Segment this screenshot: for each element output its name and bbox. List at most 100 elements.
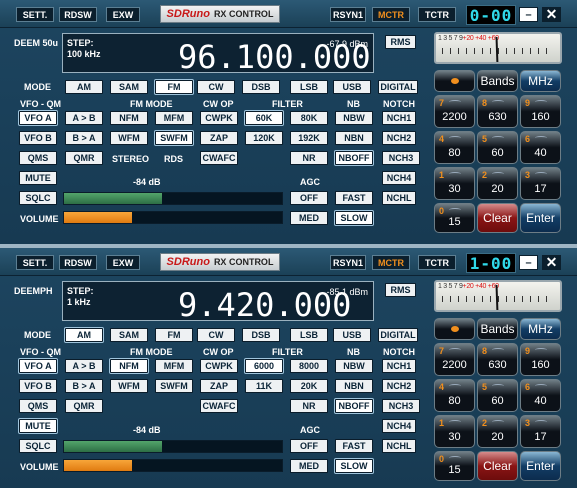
keypad-key-8[interactable]: 8 630 — [477, 95, 518, 128]
exw-button[interactable]: EXW — [106, 255, 140, 270]
keypad-key-9[interactable]: 9 160 — [520, 343, 561, 376]
sqlc-button[interactable]: SQLC — [19, 191, 57, 205]
rsyn1-button[interactable]: RSYN1 — [330, 7, 366, 22]
row2-button-4[interactable]: ZAP — [200, 379, 238, 393]
agc-slow-button[interactable]: SLOW — [335, 459, 373, 473]
agc-med-button[interactable]: MED — [290, 459, 328, 473]
row2-button-3[interactable]: SWFM — [155, 131, 193, 145]
row3-button-4[interactable]: NBOFF — [335, 399, 373, 413]
row1-button-6[interactable]: 80K — [290, 111, 328, 125]
row1-button-8[interactable]: NCH1 — [382, 111, 416, 125]
row3-button-2[interactable]: CWAFC — [200, 399, 238, 413]
row2-button-2[interactable]: WFM — [110, 379, 148, 393]
mode-button-fm[interactable]: FM — [155, 80, 193, 94]
keypad-key-3[interactable]: 3 17 — [520, 167, 561, 200]
mode-button-sam[interactable]: SAM — [110, 80, 148, 94]
mhz-key[interactable]: MHz — [520, 318, 561, 340]
row1-button-6[interactable]: 8000 — [290, 359, 328, 373]
row1-button-0[interactable]: VFO A — [19, 111, 57, 125]
mute-button[interactable]: MUTE — [19, 171, 57, 185]
mhz-key[interactable]: MHz — [520, 70, 561, 92]
keypad-key-0[interactable]: 0 15 — [434, 451, 475, 481]
squelch-slider[interactable] — [63, 440, 283, 453]
row3-button-1[interactable]: QMR — [65, 151, 103, 165]
keypad-key-2[interactable]: 2 20 — [477, 167, 518, 200]
row2-button-8[interactable]: NCH2 — [382, 131, 416, 145]
row2-button-8[interactable]: NCH2 — [382, 379, 416, 393]
mode-button-cw[interactable]: CW — [197, 80, 235, 94]
row1-button-3[interactable]: MFM — [155, 359, 193, 373]
row1-button-7[interactable]: NBW — [335, 359, 373, 373]
row1-button-7[interactable]: NBW — [335, 111, 373, 125]
row1-button-4[interactable]: CWPK — [200, 359, 238, 373]
row2-button-5[interactable]: 120K — [245, 131, 283, 145]
row3-button-5[interactable]: NCH3 — [382, 151, 420, 165]
mode-button-usb[interactable]: USB — [333, 328, 371, 342]
rms-button[interactable]: RMS — [385, 283, 416, 297]
mode-button-am[interactable]: AM — [65, 80, 103, 94]
volume-slider[interactable] — [63, 459, 283, 472]
nchl-button[interactable]: NCHL — [382, 191, 416, 205]
agc-slow-button[interactable]: SLOW — [335, 211, 373, 225]
agc-fast-button[interactable]: FAST — [335, 191, 373, 205]
row3-button-1[interactable]: QMR — [65, 399, 103, 413]
row2-button-6[interactable]: 20K — [290, 379, 328, 393]
row1-button-8[interactable]: NCH1 — [382, 359, 416, 373]
keypad-key-1[interactable]: 1 30 — [434, 415, 475, 448]
enter-key[interactable]: Enter — [520, 451, 561, 481]
row2-button-1[interactable]: B > A — [65, 131, 103, 145]
row3-button-3[interactable]: NR — [290, 399, 328, 413]
row1-button-3[interactable]: MFM — [155, 111, 193, 125]
mute-button[interactable]: MUTE — [19, 419, 57, 433]
clear-key[interactable]: Clear — [477, 203, 518, 233]
row1-button-5[interactable]: 60K — [245, 111, 283, 125]
mctr-button[interactable]: MCTR — [372, 255, 410, 270]
nch4-button[interactable]: NCH4 — [382, 171, 416, 185]
frequency-display[interactable]: STEP: 1 kHz 9.420.000 -85.1 dBm — [62, 281, 374, 324]
rms-button[interactable]: RMS — [385, 35, 416, 49]
mode-button-dsb[interactable]: DSB — [242, 328, 280, 342]
mctr-button[interactable]: MCTR — [372, 7, 410, 22]
sett-button[interactable]: SETT. — [16, 7, 54, 22]
mode-button-sam[interactable]: SAM — [110, 328, 148, 342]
rdsw-button[interactable]: RDSW — [59, 255, 97, 270]
agc-med-button[interactable]: MED — [290, 211, 328, 225]
row2-button-0[interactable]: VFO B — [19, 379, 57, 393]
keypad-key-7[interactable]: 7 2200 — [434, 343, 475, 376]
agc-off-button[interactable]: OFF — [290, 439, 328, 453]
volume-slider[interactable] — [63, 211, 283, 224]
row1-button-2[interactable]: NFM — [110, 111, 148, 125]
row2-button-7[interactable]: NBN — [335, 379, 373, 393]
clear-key[interactable]: Clear — [477, 451, 518, 481]
mode-button-usb[interactable]: USB — [333, 80, 371, 94]
keypad-key-6[interactable]: 6 40 — [520, 131, 561, 164]
agc-fast-button[interactable]: FAST — [335, 439, 373, 453]
mode-button-cw[interactable]: CW — [197, 328, 235, 342]
row1-button-2[interactable]: NFM — [110, 359, 148, 373]
frequency-display[interactable]: STEP: 100 kHz 96.100.000 -67.9 dBm — [62, 33, 374, 76]
keypad-key-8[interactable]: 8 630 — [477, 343, 518, 376]
row2-button-7[interactable]: NBN — [335, 131, 373, 145]
enter-key[interactable]: Enter — [520, 203, 561, 233]
keypad-key-6[interactable]: 6 40 — [520, 379, 561, 412]
row3-button-4[interactable]: NBOFF — [335, 151, 373, 165]
keypad-key-5[interactable]: 5 60 — [477, 379, 518, 412]
row1-button-1[interactable]: A > B — [65, 359, 103, 373]
nch4-button[interactable]: NCH4 — [382, 419, 416, 433]
row1-button-4[interactable]: CWPK — [200, 111, 238, 125]
row2-button-0[interactable]: VFO B — [19, 131, 57, 145]
mode-button-am[interactable]: AM — [65, 328, 103, 342]
row2-button-4[interactable]: ZAP — [200, 131, 238, 145]
close-button[interactable]: ✕ — [542, 6, 561, 22]
close-button[interactable]: ✕ — [542, 254, 561, 270]
keypad-key-1[interactable]: 1 30 — [434, 167, 475, 200]
nchl-button[interactable]: NCHL — [382, 439, 416, 453]
sett-button[interactable]: SETT. — [16, 255, 54, 270]
keypad-key-7[interactable]: 7 2200 — [434, 95, 475, 128]
row2-button-3[interactable]: SWFM — [155, 379, 193, 393]
sqlc-button[interactable]: SQLC — [19, 439, 57, 453]
minimize-button[interactable]: – — [519, 255, 538, 270]
squelch-slider[interactable] — [63, 192, 283, 205]
row3-button-0[interactable]: QMS — [19, 151, 57, 165]
keypad-key-4[interactable]: 4 80 — [434, 379, 475, 412]
